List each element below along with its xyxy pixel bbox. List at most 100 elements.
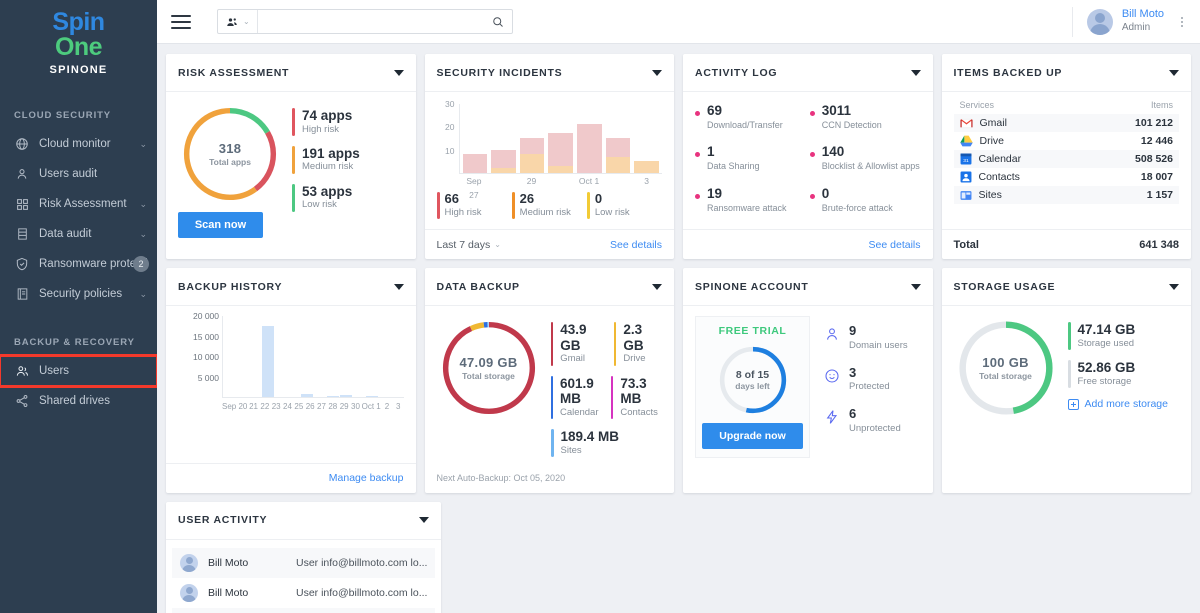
table-row[interactable]: 31 Calendar 508 526: [954, 150, 1180, 168]
data-backup-legend: 43.9 GB Gmail 2.3 GB Drive: [541, 316, 663, 467]
svg-text:31: 31: [963, 158, 969, 164]
sidebar-item-users-audit[interactable]: Users audit: [0, 159, 157, 189]
search-bar[interactable]: ⌄: [217, 9, 513, 34]
brand-logo[interactable]: Spin One SPINONE: [0, 0, 157, 82]
more-options-icon[interactable]: [1176, 13, 1188, 31]
activity-item: 0 Brute-force attack: [810, 187, 921, 215]
list-item[interactable]: Bill Moto User info@billmoto.com lo...: [172, 578, 435, 608]
legend-value: 47.14 GB: [1078, 322, 1136, 338]
collapse-caret-icon[interactable]: [394, 284, 404, 290]
period-selector[interactable]: Last 7 days ⌄: [437, 239, 501, 251]
sidebar-item-ransomware-protection[interactable]: Ransomware protection 2: [0, 249, 157, 279]
sidebar-item-shared-drives[interactable]: Shared drives: [0, 386, 157, 416]
chart-bar[interactable]: [548, 133, 573, 173]
chevron-down-icon[interactable]: ⌄: [139, 229, 147, 240]
activity-label: Blocklist & Allowlist apps: [822, 160, 920, 174]
chart-bar[interactable]: [327, 396, 339, 397]
collapse-caret-icon[interactable]: [652, 284, 662, 290]
card-header: SPINONE ACCOUNT: [683, 268, 933, 306]
add-more-storage-link[interactable]: Add more storage: [1068, 398, 1180, 410]
legend-value: 601.9 MB: [560, 376, 608, 407]
chart-y-tick: 10: [445, 146, 454, 156]
sidebar-item-data-audit[interactable]: Data audit ⌄: [0, 219, 157, 249]
table-row[interactable]: Gmail 101 212: [954, 114, 1180, 132]
hamburger-icon[interactable]: [171, 15, 191, 29]
chevron-down-icon[interactable]: ⌄: [139, 289, 147, 300]
activity-item: 19 Ransomware attack: [695, 187, 806, 215]
activity-label: Brute-force attack: [822, 202, 893, 216]
stat-protected: 3 Protected: [824, 366, 921, 395]
chart-bar[interactable]: [301, 394, 313, 397]
chart-bar-segment-low: [634, 161, 659, 173]
chart-bar[interactable]: [634, 161, 659, 173]
list-item[interactable]: Bill Moto User Bill Moto installed a ...: [172, 608, 435, 613]
card-footer: Last 7 days ⌄ See details: [425, 229, 675, 259]
chart-bar[interactable]: [577, 124, 602, 173]
table-header: Services Items: [954, 100, 1180, 114]
activity-description: User info@billmoto.com lo...: [296, 587, 427, 599]
search-icon[interactable]: [484, 16, 512, 28]
search-scope-selector[interactable]: ⌄: [218, 10, 258, 33]
chart-bar[interactable]: [520, 138, 545, 173]
card-body: 102030 Sep 2729Oct 13 66 High risk 26: [425, 92, 675, 229]
legend-label: High risk: [302, 124, 352, 136]
collapse-caret-icon[interactable]: [1169, 284, 1179, 290]
chart-bar[interactable]: [262, 326, 274, 398]
activity-label: Ransomware attack: [707, 202, 787, 216]
chart-bar-segment-high: [463, 154, 488, 173]
chevron-down-icon[interactable]: ⌄: [494, 240, 501, 249]
chart-bar[interactable]: [606, 138, 631, 173]
chart-bar[interactable]: [463, 154, 488, 173]
chart-bar[interactable]: [366, 396, 378, 398]
globe-icon: [14, 136, 30, 152]
search-input[interactable]: [258, 16, 484, 28]
table-row[interactable]: Sites 1 157: [954, 186, 1180, 204]
user-profile[interactable]: Bill Moto Admin: [1072, 7, 1164, 37]
chevron-down-icon[interactable]: ⌄: [139, 199, 147, 210]
collapse-caret-icon[interactable]: [911, 70, 921, 76]
sidebar-item-cloud-monitor[interactable]: Cloud monitor ⌄: [0, 129, 157, 159]
card-footer: Manage backup: [166, 463, 416, 493]
chart-x-tick: [605, 174, 630, 188]
donut-total-value: 318: [219, 141, 242, 156]
total-label: Total: [954, 239, 979, 251]
card-header: SECURITY INCIDENTS: [425, 54, 675, 92]
chart-bar-segment-high: [577, 124, 602, 173]
sites-icon: [960, 190, 972, 201]
avatar: [1087, 9, 1113, 35]
table-row[interactable]: Contacts 18 007: [954, 168, 1180, 186]
list-item[interactable]: Bill Moto User info@billmoto.com lo...: [172, 548, 435, 578]
logo-line-one: One: [0, 35, 157, 60]
scan-now-button[interactable]: Scan now: [178, 212, 263, 238]
manage-backup-link[interactable]: Manage backup: [329, 472, 404, 484]
collapse-caret-icon[interactable]: [652, 70, 662, 76]
collapse-caret-icon[interactable]: [1169, 70, 1179, 76]
sidebar-item-security-policies[interactable]: Security policies ⌄: [0, 279, 157, 309]
sidebar-item-users[interactable]: Users: [0, 356, 157, 386]
card-title: ITEMS BACKED UP: [954, 67, 1063, 79]
stat-unprotected: 6 Unprotected: [824, 407, 921, 436]
chevron-down-icon[interactable]: ⌄: [243, 17, 250, 26]
card-header: BACKUP HISTORY: [166, 268, 416, 306]
chevron-down-icon[interactable]: ⌄: [139, 139, 147, 150]
security-incidents-chart: 102030 Sep 2729Oct 13: [437, 104, 663, 188]
table-row[interactable]: Drive 12 446: [954, 132, 1180, 150]
collapse-caret-icon[interactable]: [419, 517, 429, 523]
sidebar-item-risk-assessment[interactable]: Risk Assessment ⌄: [0, 189, 157, 219]
dashboard-content: RISK ASSESSMENT 318: [157, 44, 1200, 613]
legend-item-free-storage: 52.86 GB Free storage: [1068, 360, 1180, 388]
collapse-caret-icon[interactable]: [911, 284, 921, 290]
upgrade-now-button[interactable]: Upgrade now: [702, 423, 803, 449]
chart-bar[interactable]: [340, 395, 352, 397]
card-title: SECURITY INCIDENTS: [437, 67, 563, 79]
card-footer-total: Total 641 348: [942, 229, 1192, 259]
next-auto-backup-text: Next Auto-Backup: Oct 05, 2020: [437, 473, 663, 483]
card-activity-log: ACTIVITY LOG 69 Download/Transfer 3011 C…: [683, 54, 933, 259]
see-details-link[interactable]: See details: [869, 239, 921, 251]
stat-label: Protected: [849, 380, 890, 394]
see-details-link[interactable]: See details: [610, 239, 662, 251]
legend-value: 0: [595, 192, 630, 207]
collapse-caret-icon[interactable]: [394, 70, 404, 76]
chart-y-axis: 5 00010 00015 00020 000: [178, 316, 222, 398]
chart-bar[interactable]: [491, 150, 516, 173]
